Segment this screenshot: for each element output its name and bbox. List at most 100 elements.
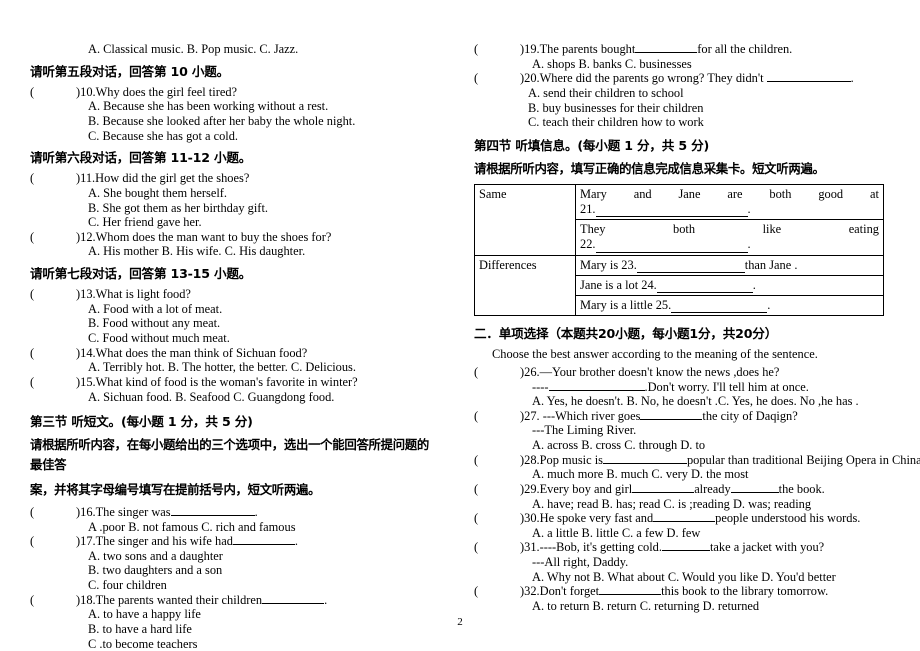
- question-16-blank[interactable]: [170, 514, 255, 516]
- question-19-text-before: )19.The parents bought: [520, 42, 636, 56]
- word: Mary: [580, 187, 607, 202]
- section-4-instructions: 请根据所听内容，填写正确的信息完成信息采集卡。短文听两遍。: [474, 160, 825, 176]
- question-14-options: A. Terribly hot. B. The hotter, the bett…: [88, 360, 356, 375]
- answer-paren-31[interactable]: (: [474, 540, 520, 555]
- question-32-blank[interactable]: [599, 594, 662, 596]
- question-29-blank-2[interactable]: [730, 491, 779, 493]
- question-20-text-after: .: [850, 71, 854, 86]
- question-27-blank[interactable]: [640, 418, 703, 420]
- section-3-instructions-line-1: 请根据所听内容，在每小题给出的三个选项中，选出一个能回答所提问题的最佳答: [30, 437, 429, 472]
- answer-paren-13[interactable]: (: [30, 287, 76, 302]
- answer-paren-11[interactable]: (: [30, 171, 76, 186]
- question-31-options: A. Why not B. What about C. Would you li…: [532, 569, 836, 584]
- section-4-heading: 第四节 听填信息。(每小题 1 分，共 5 分): [474, 137, 710, 153]
- diff-line-1-before: Mary is 23.: [580, 257, 637, 272]
- question-20-blank[interactable]: [766, 81, 851, 83]
- question-19-options: A. shops B. banks C. businesses: [532, 56, 692, 71]
- word: like: [762, 222, 782, 237]
- diff-line-1-cell: Mary is 23. than Jane .: [575, 254, 884, 276]
- question-29-options: A. have; read B. has; read C. is ;readin…: [532, 496, 812, 511]
- question-14-text: )14.What does the man think of Sichuan f…: [76, 345, 308, 360]
- question-18-blank[interactable]: [262, 602, 325, 604]
- answer-paren-19[interactable]: (: [474, 42, 520, 57]
- question-19-blank[interactable]: [635, 52, 698, 53]
- question-27-stem: ()27. ---Which river goes the city of Daq…: [474, 409, 884, 424]
- answer-paren-18[interactable]: (: [30, 593, 76, 608]
- answer-blank-23[interactable]: [636, 260, 745, 273]
- question-17-option-a: A. two sons and a daughter: [88, 548, 223, 563]
- answer-paren-15[interactable]: (: [30, 375, 76, 390]
- question-20-text-before: )20.Where did the parents go wrong? They…: [520, 71, 764, 86]
- question-15-options: A. Sichuan food. B. Seafood C. Guangdong…: [88, 389, 335, 404]
- same-line-1-blank-row: 21..: [580, 202, 879, 218]
- answer-blank-24[interactable]: [656, 280, 753, 293]
- question-11-option-a: A. She bought them herself.: [88, 185, 228, 200]
- question-26-reply-after: .Don't worry. I'll tell him at once.: [644, 379, 809, 394]
- question-17-blank[interactable]: [232, 544, 295, 546]
- question-31-blank[interactable]: [661, 550, 710, 552]
- word: Jane: [678, 187, 701, 202]
- question-17-text-before: )17.The singer and his wife had: [76, 534, 233, 549]
- answer-paren-12[interactable]: (: [30, 230, 76, 245]
- question-13-stem: ()13.What is light food?: [30, 287, 440, 302]
- question-32-text-before: )32.Don't forget: [520, 584, 600, 599]
- answer-paren-17[interactable]: (: [30, 534, 76, 549]
- row-label-same: Same: [474, 184, 576, 256]
- question-28-text-before: )28.Pop music is: [520, 452, 603, 467]
- question-13-option-c: C. Food without much meat.: [88, 331, 230, 346]
- question-30-blank[interactable]: [653, 521, 716, 523]
- answer-paren-26[interactable]: (: [474, 365, 520, 380]
- answer-paren-10[interactable]: (: [30, 85, 76, 100]
- question-17-option-c: C. four children: [88, 578, 167, 593]
- word: are: [727, 187, 743, 202]
- question-12-options: A. His mother B. His wife. C. His daught…: [88, 244, 306, 259]
- word: and: [633, 187, 652, 202]
- question-30-text-after: people understood his words.: [715, 511, 861, 526]
- question-18-text-before: )18.The parents wanted their children: [76, 592, 263, 607]
- blank-number-22: 22.: [580, 237, 596, 252]
- answer-paren-27[interactable]: (: [474, 409, 520, 424]
- answer-blank-22[interactable]: [595, 240, 748, 253]
- answer-paren-30[interactable]: (: [474, 511, 520, 526]
- question-31-text-after: take a jacket with you?: [709, 540, 825, 555]
- word: both: [769, 187, 792, 202]
- word: good: [818, 187, 844, 202]
- question-26-blank[interactable]: [548, 389, 645, 391]
- diff-line-2-cell: Jane is a lot 24..: [575, 274, 884, 296]
- question-28-blank[interactable]: [602, 462, 687, 464]
- question-29-blank-1[interactable]: [632, 491, 695, 493]
- answer-paren-28[interactable]: (: [474, 453, 520, 468]
- question-10-stem: ()10.Why does the girl feel tired?: [30, 85, 440, 100]
- answer-blank-21[interactable]: [595, 205, 748, 218]
- section-2-heading: 二．单项选择（本题共20小题，每小题1分，共20分）: [474, 325, 778, 341]
- period: .: [747, 202, 751, 217]
- question-32-options: A. to return B. return C. returning D. r…: [532, 598, 760, 613]
- exam-paper-page: A. Classical music. B. Pop music. C. Jaz…: [0, 0, 920, 651]
- answer-paren-29[interactable]: (: [474, 482, 520, 497]
- question-31-text-before: )31.----Bob, it's getting cold.: [520, 540, 662, 555]
- period: .: [747, 237, 751, 252]
- question-26-options: A. Yes, he doesn't. B. No, he doesn't .C…: [532, 394, 859, 409]
- left-column: A. Classical music. B. Pop music. C. Jaz…: [30, 42, 440, 651]
- options-line-q9: A. Classical music. B. Pop music. C. Jaz…: [88, 42, 299, 56]
- table-row: Same Mary and Jane are both good at 21. …: [474, 184, 884, 256]
- same-line-1-cell: Mary and Jane are both good at 21..: [575, 184, 884, 221]
- answer-paren-16[interactable]: (: [30, 505, 76, 520]
- question-15-stem: ()15.What kind of food is the woman's fa…: [30, 375, 440, 390]
- answer-blank-25[interactable]: [671, 300, 768, 313]
- question-30-stem: ()30.He spoke very fast and people unders…: [474, 511, 884, 526]
- question-10-option-a: A. Because she has been working without …: [88, 99, 329, 114]
- question-16-stem: ()16.The singer was.: [30, 505, 440, 520]
- question-26-reply: ---- .Don't worry. I'll tell him at once.: [474, 380, 884, 395]
- question-29-text-before: )29.Every boy and girl: [520, 481, 633, 496]
- section-3-heading: 第三节 听短文。(每小题 1 分，共 5 分): [30, 414, 253, 430]
- answer-paren-20[interactable]: (: [474, 71, 520, 86]
- question-32-text-after: this book to the library tomorrow.: [661, 584, 829, 599]
- information-card-table: Same Mary and Jane are both good at 21. …: [474, 184, 884, 316]
- same-line-2-words: They both like eating: [580, 222, 879, 237]
- answer-paren-14[interactable]: (: [30, 346, 76, 361]
- question-19-text-after: for all the children.: [697, 42, 793, 56]
- word: both: [673, 222, 696, 237]
- table-row: Differences Mary is 23. than Jane .: [474, 254, 884, 316]
- answer-paren-32[interactable]: (: [474, 584, 520, 599]
